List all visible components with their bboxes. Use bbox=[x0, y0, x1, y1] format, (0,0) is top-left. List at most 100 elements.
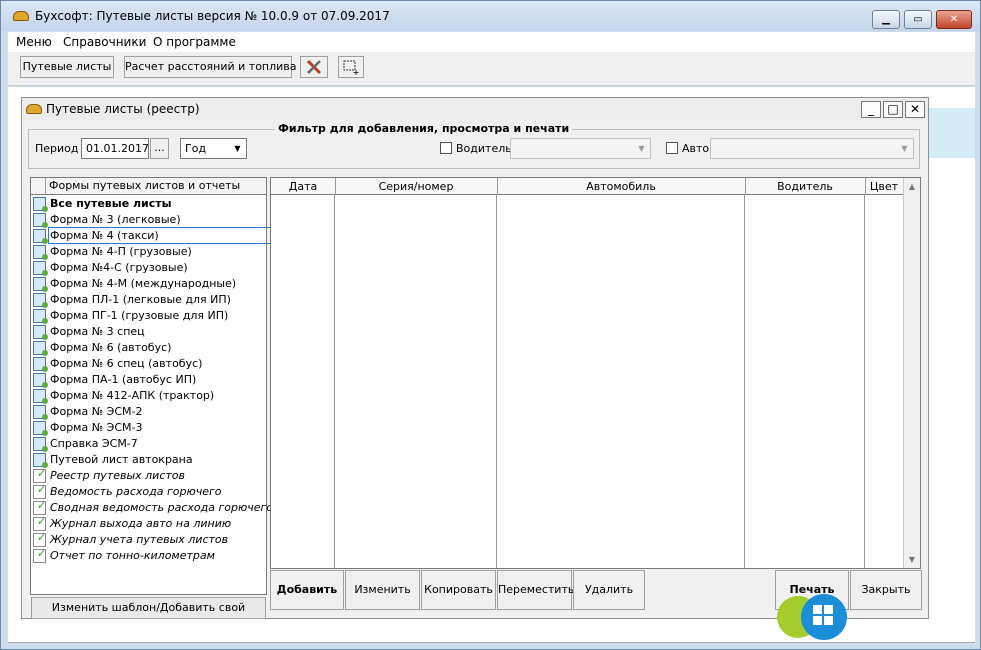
form-icon bbox=[33, 325, 48, 340]
tree-item-label: Форма № 3 (легковые) bbox=[50, 213, 181, 226]
tree-item[interactable]: Журнал выхода авто на линию bbox=[31, 515, 266, 532]
tree-item[interactable]: Форма № 4 (такси) bbox=[31, 227, 273, 244]
tree-item-label: Отчет по тонно-километрам bbox=[50, 549, 215, 562]
main-window: Бухсофт: Путевые листы версия № 10.0.9 о… bbox=[0, 0, 981, 650]
menu-item-references[interactable]: Справочники bbox=[63, 35, 146, 49]
tree-item[interactable]: Форма № ЭСМ-3 bbox=[31, 420, 266, 436]
edit-button[interactable]: Изменить bbox=[345, 570, 420, 610]
waybills-button[interactable]: Путевые листы bbox=[20, 56, 114, 78]
tree-header-corner bbox=[31, 178, 46, 194]
auto-select[interactable]: ▼ bbox=[710, 138, 914, 159]
tree-item-label: Журнал выхода авто на линию bbox=[50, 517, 232, 530]
report-icon bbox=[33, 531, 46, 547]
close-registry-button[interactable]: Закрыть bbox=[850, 570, 922, 610]
tree-item[interactable]: Форма № 412-АПК (трактор) bbox=[31, 388, 266, 404]
filter-group: Фильтр для добавления, просмотра и печат… bbox=[28, 122, 920, 169]
calc-distance-fuel-button[interactable]: Расчет расстояний и топлива bbox=[124, 56, 297, 78]
col-driver[interactable]: Водитель bbox=[745, 178, 866, 195]
tree-item[interactable]: Реестр путевых листов bbox=[31, 467, 266, 484]
tree-item[interactable]: Форма № 6 (автобус) bbox=[31, 340, 266, 356]
tree-item[interactable]: Форма ПЛ-1 (легковые для ИП) bbox=[31, 292, 266, 308]
period-type-select[interactable]: Год ▼ bbox=[180, 138, 247, 159]
tree-item-label: Форма ПА-1 (автобус ИП) bbox=[50, 373, 197, 386]
wrench-screwdriver-icon bbox=[306, 59, 322, 75]
tree-item[interactable]: Все путевые листы bbox=[31, 196, 266, 212]
child-close-button[interactable]: ✕ bbox=[905, 101, 925, 118]
tree-item[interactable]: Форма ПГ-1 (грузовые для ИП) bbox=[31, 308, 266, 324]
copy-button[interactable]: Копировать bbox=[421, 570, 496, 610]
move-button[interactable]: Переместить bbox=[497, 570, 574, 610]
tree-item[interactable]: Форма № 4-М (международные) bbox=[31, 276, 266, 292]
scroll-down-button[interactable]: ▼ bbox=[904, 551, 920, 568]
menu-item-about[interactable]: О программе bbox=[153, 35, 236, 49]
car-window-icon bbox=[26, 104, 42, 114]
tree-item[interactable]: Форма № ЭСМ-2 bbox=[31, 404, 266, 420]
col-vehicle[interactable]: Автомобиль bbox=[497, 178, 746, 195]
tree-item[interactable]: Форма № 4-П (грузовые) bbox=[31, 244, 266, 260]
tree-item-label: Форма ПЛ-1 (легковые для ИП) bbox=[50, 293, 231, 306]
report-icon bbox=[33, 515, 46, 531]
period-date-input[interactable]: 01.01.2017 bbox=[81, 138, 149, 159]
col-date[interactable]: Дата bbox=[271, 178, 336, 195]
close-button[interactable]: ✕ bbox=[936, 10, 972, 29]
tree-item[interactable]: Журнал учета путевых листов bbox=[31, 531, 266, 548]
child-minimize-button[interactable]: _ bbox=[861, 101, 881, 118]
maximize-button[interactable]: ▭ bbox=[904, 10, 932, 29]
tree-item-label: Путевой лист автокрана bbox=[50, 453, 193, 466]
tree-list: Все путевые листы Форма № 3 (легковые) Фор… bbox=[31, 196, 273, 564]
forms-tree: Формы путевых листов и отчеты Все путевы… bbox=[30, 177, 273, 595]
tree-item[interactable]: Форма № 6 спец (автобус) bbox=[31, 356, 266, 372]
tree-item[interactable]: Ведомость расхода горючего bbox=[31, 483, 266, 500]
tree-item-label: Форма № 412-АПК (трактор) bbox=[50, 389, 215, 402]
tree-item[interactable]: Форма № 3 спец bbox=[31, 324, 266, 340]
tree-item[interactable]: Форма ПА-1 (автобус ИП) bbox=[31, 372, 266, 388]
form-icon bbox=[33, 229, 48, 244]
registry-title-bar[interactable]: Путевые листы (реестр) _ □ ✕ bbox=[22, 98, 928, 120]
grid-line bbox=[744, 195, 745, 568]
minimize-button[interactable]: ▁ bbox=[872, 10, 900, 29]
tree-item[interactable]: Сводная ведомость расхода горючего bbox=[31, 499, 273, 516]
driver-select[interactable]: ▼ bbox=[510, 138, 651, 159]
tree-item-label: Журнал учета путевых листов bbox=[50, 533, 229, 546]
tree-item-label: Форма № 4-М (международные) bbox=[50, 277, 237, 290]
edit-template-button[interactable]: Изменить шаблон/Добавить свой bbox=[31, 597, 266, 619]
form-icon bbox=[33, 373, 48, 388]
grid-header: Дата Серия/номер Автомобиль Водитель Цве… bbox=[271, 178, 920, 195]
col-series-number[interactable]: Серия/номер bbox=[335, 178, 498, 195]
selection-button[interactable] bbox=[338, 56, 364, 78]
tree-item-label: Реестр путевых листов bbox=[50, 469, 186, 482]
window-title: Бухсофт: Путевые листы версия № 10.0.9 о… bbox=[35, 9, 390, 23]
tree-item[interactable]: Путевой лист автокрана bbox=[31, 452, 266, 468]
scroll-up-button[interactable]: ▲ bbox=[904, 178, 920, 195]
form-icon bbox=[33, 293, 48, 308]
period-picker-button[interactable]: ... bbox=[150, 138, 169, 159]
mdi-client-area: Путевые листы (реестр) _ □ ✕ Фильтр для … bbox=[8, 87, 975, 643]
child-maximize-button[interactable]: □ bbox=[883, 101, 903, 118]
period-type-value: Год bbox=[185, 142, 207, 155]
tree-item-label: Форма № 6 (автобус) bbox=[50, 341, 172, 354]
auto-checkbox[interactable] bbox=[666, 142, 678, 154]
tree-item[interactable]: Форма №4-С (грузовые) bbox=[31, 260, 266, 276]
waybills-grid[interactable]: Дата Серия/номер Автомобиль Водитель Цве… bbox=[270, 177, 921, 569]
tree-item[interactable]: Форма № 3 (легковые) bbox=[31, 212, 266, 228]
tree-item[interactable]: Справка ЭСМ-7 bbox=[31, 436, 266, 452]
form-icon bbox=[33, 197, 48, 212]
title-bar[interactable]: Бухсофт: Путевые листы версия № 10.0.9 о… bbox=[1, 1, 980, 31]
vertical-scrollbar[interactable]: ▲ ▼ bbox=[903, 178, 920, 568]
form-icon bbox=[33, 405, 48, 420]
registry-title: Путевые листы (реестр) bbox=[46, 102, 200, 116]
tree-item[interactable]: Отчет по тонно-километрам bbox=[31, 547, 266, 564]
tree-item-label: Форма № 3 спец bbox=[50, 325, 145, 338]
chevron-down-icon: ▼ bbox=[638, 144, 645, 153]
tools-button[interactable] bbox=[300, 56, 328, 78]
delete-button[interactable]: Удалить bbox=[573, 570, 645, 610]
add-button[interactable]: Добавить bbox=[270, 570, 344, 610]
menu-item-menu[interactable]: Меню bbox=[16, 35, 52, 49]
client-band bbox=[926, 108, 975, 158]
registry-window: Путевые листы (реестр) _ □ ✕ Фильтр для … bbox=[21, 97, 929, 619]
tree-item-label: Форма ПГ-1 (грузовые для ИП) bbox=[50, 309, 229, 322]
col-color[interactable]: Цвет bbox=[865, 178, 904, 195]
tree-item-label: Все путевые листы bbox=[50, 197, 172, 210]
driver-checkbox[interactable] bbox=[440, 142, 452, 154]
grid-line bbox=[864, 195, 865, 568]
